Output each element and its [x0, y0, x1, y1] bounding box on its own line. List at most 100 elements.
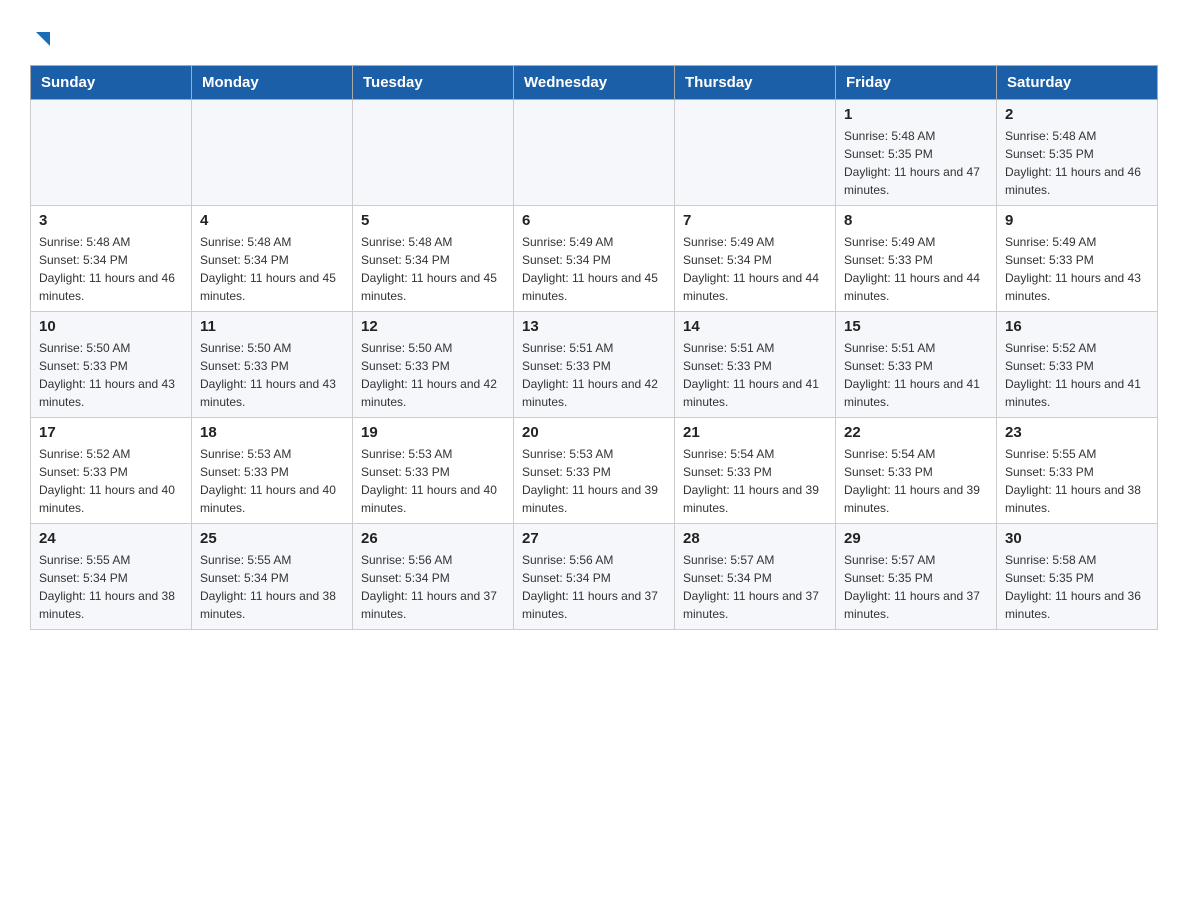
day-number: 28: [683, 530, 827, 547]
day-number: 6: [522, 212, 666, 229]
day-number: 9: [1005, 212, 1149, 229]
calendar-week-row: 3 Sunrise: 5:48 AMSunset: 5:34 PMDaylight…: [31, 206, 1158, 312]
day-number: 23: [1005, 424, 1149, 441]
header-tuesday: Tuesday: [353, 66, 514, 100]
calendar-cell: 30 Sunrise: 5:58 AMSunset: 5:35 PMDayligh…: [997, 524, 1158, 630]
day-number: 21: [683, 424, 827, 441]
calendar-cell: 3 Sunrise: 5:48 AMSunset: 5:34 PMDaylight…: [31, 206, 192, 312]
calendar-cell: 13Sunrise: 5:51 AMSunset: 5:33 PMDayligh…: [514, 312, 675, 418]
day-number: 4: [200, 212, 344, 229]
day-number: 3: [39, 212, 183, 229]
header-friday: Friday: [836, 66, 997, 100]
calendar-cell: 24Sunrise: 5:55 AMSunset: 5:34 PMDayligh…: [31, 524, 192, 630]
header-thursday: Thursday: [675, 66, 836, 100]
day-info: Sunrise: 5:48 AMSunset: 5:35 PMDaylight:…: [1005, 127, 1149, 199]
calendar-cell: 23 Sunrise: 5:55 AMSunset: 5:33 PMDayligh…: [997, 418, 1158, 524]
day-info: Sunrise: 5:51 AMSunset: 5:33 PMDaylight:…: [522, 339, 666, 411]
calendar-cell: 6 Sunrise: 5:49 AMSunset: 5:34 PMDaylight…: [514, 206, 675, 312]
calendar-cell: 4Sunrise: 5:48 AMSunset: 5:34 PMDaylight…: [192, 206, 353, 312]
calendar-cell: 27 Sunrise: 5:56 AMSunset: 5:34 PMDayligh…: [514, 524, 675, 630]
header-area: [30, 20, 1158, 55]
day-info: Sunrise: 5:55 AMSunset: 5:33 PMDaylight:…: [1005, 445, 1149, 517]
calendar-cell: 19 Sunrise: 5:53 AMSunset: 5:33 PMDayligh…: [353, 418, 514, 524]
calendar-cell: [675, 100, 836, 206]
day-number: 10: [39, 318, 183, 335]
day-number: 30: [1005, 530, 1149, 547]
day-info: Sunrise: 5:56 AMSunset: 5:34 PMDaylight:…: [361, 551, 505, 623]
day-number: 14: [683, 318, 827, 335]
day-info: Sunrise: 5:49 AMSunset: 5:33 PMDaylight:…: [844, 233, 988, 305]
day-info: Sunrise: 5:57 AMSunset: 5:35 PMDaylight:…: [844, 551, 988, 623]
calendar-cell: [514, 100, 675, 206]
calendar-week-row: 10 Sunrise: 5:50 AMSunset: 5:33 PMDayligh…: [31, 312, 1158, 418]
day-info: Sunrise: 5:51 AMSunset: 5:33 PMDaylight:…: [844, 339, 988, 411]
calendar-cell: 18 Sunrise: 5:53 AMSunset: 5:33 PMDayligh…: [192, 418, 353, 524]
day-number: 1: [844, 106, 988, 123]
day-info: Sunrise: 5:53 AMSunset: 5:33 PMDaylight:…: [200, 445, 344, 517]
calendar-cell: 29 Sunrise: 5:57 AMSunset: 5:35 PMDayligh…: [836, 524, 997, 630]
day-info: Sunrise: 5:57 AMSunset: 5:34 PMDaylight:…: [683, 551, 827, 623]
day-number: 17: [39, 424, 183, 441]
day-info: Sunrise: 5:50 AMSunset: 5:33 PMDaylight:…: [39, 339, 183, 411]
calendar-cell: 26 Sunrise: 5:56 AMSunset: 5:34 PMDayligh…: [353, 524, 514, 630]
day-number: 12: [361, 318, 505, 335]
day-info: Sunrise: 5:50 AMSunset: 5:33 PMDaylight:…: [361, 339, 505, 411]
day-number: 19: [361, 424, 505, 441]
calendar-cell: 9Sunrise: 5:49 AMSunset: 5:33 PMDaylight…: [997, 206, 1158, 312]
calendar-cell: [353, 100, 514, 206]
calendar-cell: 10 Sunrise: 5:50 AMSunset: 5:33 PMDayligh…: [31, 312, 192, 418]
day-number: 25: [200, 530, 344, 547]
day-number: 8: [844, 212, 988, 229]
header-wednesday: Wednesday: [514, 66, 675, 100]
day-info: Sunrise: 5:56 AMSunset: 5:34 PMDaylight:…: [522, 551, 666, 623]
day-info: Sunrise: 5:49 AMSunset: 5:34 PMDaylight:…: [522, 233, 666, 305]
calendar-cell: 1 Sunrise: 5:48 AMSunset: 5:35 PMDaylight…: [836, 100, 997, 206]
calendar-cell: 28 Sunrise: 5:57 AMSunset: 5:34 PMDayligh…: [675, 524, 836, 630]
day-info: Sunrise: 5:54 AMSunset: 5:33 PMDaylight:…: [844, 445, 988, 517]
calendar-cell: 12 Sunrise: 5:50 AMSunset: 5:33 PMDayligh…: [353, 312, 514, 418]
calendar-cell: 17 Sunrise: 5:52 AMSunset: 5:33 PMDayligh…: [31, 418, 192, 524]
day-number: 20: [522, 424, 666, 441]
day-info: Sunrise: 5:55 AMSunset: 5:34 PMDaylight:…: [200, 551, 344, 623]
calendar-cell: 7Sunrise: 5:49 AMSunset: 5:34 PMDaylight…: [675, 206, 836, 312]
calendar-cell: 25 Sunrise: 5:55 AMSunset: 5:34 PMDayligh…: [192, 524, 353, 630]
day-info: Sunrise: 5:52 AMSunset: 5:33 PMDaylight:…: [1005, 339, 1149, 411]
day-info: Sunrise: 5:48 AMSunset: 5:35 PMDaylight:…: [844, 127, 988, 199]
day-number: 7: [683, 212, 827, 229]
calendar-cell: 15 Sunrise: 5:51 AMSunset: 5:33 PMDayligh…: [836, 312, 997, 418]
day-number: 11: [200, 318, 344, 335]
header-monday: Monday: [192, 66, 353, 100]
day-number: 18: [200, 424, 344, 441]
calendar-cell: 2Sunrise: 5:48 AMSunset: 5:35 PMDaylight…: [997, 100, 1158, 206]
day-info: Sunrise: 5:48 AMSunset: 5:34 PMDaylight:…: [361, 233, 505, 305]
calendar-cell: [192, 100, 353, 206]
calendar-cell: 14 Sunrise: 5:51 AMSunset: 5:33 PMDayligh…: [675, 312, 836, 418]
day-info: Sunrise: 5:53 AMSunset: 5:33 PMDaylight:…: [361, 445, 505, 517]
day-number: 16: [1005, 318, 1149, 335]
logo-triangle-icon: [32, 28, 54, 50]
calendar-week-row: 1 Sunrise: 5:48 AMSunset: 5:35 PMDaylight…: [31, 100, 1158, 206]
calendar-header-row: Sunday Monday Tuesday Wednesday Thursday…: [31, 66, 1158, 100]
calendar-cell: 20Sunrise: 5:53 AMSunset: 5:33 PMDayligh…: [514, 418, 675, 524]
header-saturday: Saturday: [997, 66, 1158, 100]
day-number: 27: [522, 530, 666, 547]
calendar-cell: 8 Sunrise: 5:49 AMSunset: 5:33 PMDaylight…: [836, 206, 997, 312]
day-number: 15: [844, 318, 988, 335]
day-info: Sunrise: 5:50 AMSunset: 5:33 PMDaylight:…: [200, 339, 344, 411]
day-number: 29: [844, 530, 988, 547]
day-info: Sunrise: 5:58 AMSunset: 5:35 PMDaylight:…: [1005, 551, 1149, 623]
calendar-cell: 11 Sunrise: 5:50 AMSunset: 5:33 PMDayligh…: [192, 312, 353, 418]
logo: [30, 20, 54, 55]
calendar-cell: 21 Sunrise: 5:54 AMSunset: 5:33 PMDayligh…: [675, 418, 836, 524]
day-info: Sunrise: 5:51 AMSunset: 5:33 PMDaylight:…: [683, 339, 827, 411]
day-number: 26: [361, 530, 505, 547]
calendar-table: Sunday Monday Tuesday Wednesday Thursday…: [30, 65, 1158, 630]
day-number: 22: [844, 424, 988, 441]
day-info: Sunrise: 5:48 AMSunset: 5:34 PMDaylight:…: [39, 233, 183, 305]
day-info: Sunrise: 5:54 AMSunset: 5:33 PMDaylight:…: [683, 445, 827, 517]
day-number: 24: [39, 530, 183, 547]
calendar-cell: 16 Sunrise: 5:52 AMSunset: 5:33 PMDayligh…: [997, 312, 1158, 418]
calendar-week-row: 17 Sunrise: 5:52 AMSunset: 5:33 PMDayligh…: [31, 418, 1158, 524]
day-info: Sunrise: 5:52 AMSunset: 5:33 PMDaylight:…: [39, 445, 183, 517]
header-sunday: Sunday: [31, 66, 192, 100]
